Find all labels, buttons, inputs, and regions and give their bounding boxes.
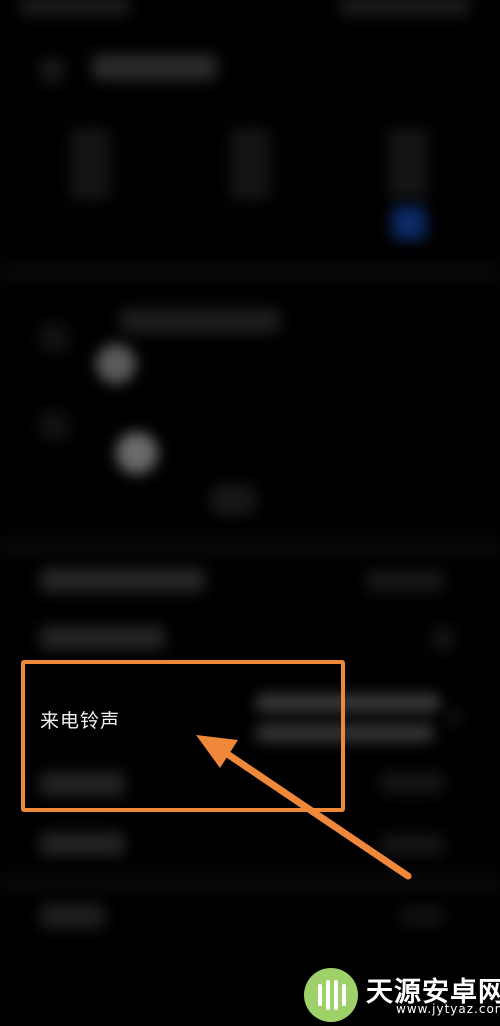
android-logo-icon (304, 968, 358, 1022)
watermark-url: www.jytyaz.com (396, 1002, 500, 1016)
annotation-arrow (196, 735, 412, 880)
watermark: 天源安卓网 www.jytyaz.com (298, 962, 500, 1022)
